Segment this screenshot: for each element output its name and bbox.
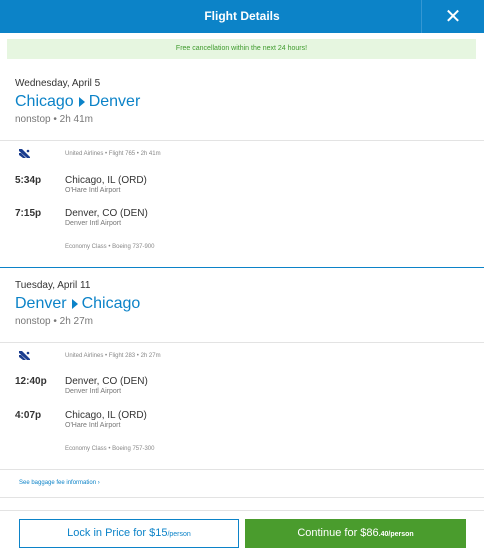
- free-cancellation-banner: Free cancellation within the next 24 hou…: [7, 39, 476, 59]
- carrier-info: United Airlines • Flight 283 • 2h 27m: [65, 352, 161, 359]
- route-destination: Denver: [88, 93, 141, 110]
- leg-date: Tuesday, April 11: [15, 280, 91, 291]
- arrival-airport: O'Hare Intl Airport: [65, 422, 121, 429]
- route-destination: Chicago: [81, 295, 141, 312]
- dialog-header: Flight Details ✕: [0, 0, 484, 33]
- divider: [0, 140, 484, 141]
- leg-header-outbound: Wednesday, April 5 Chicago Denver nonsto…: [15, 78, 140, 125]
- route-origin: Denver: [15, 295, 67, 312]
- departure-airport: Denver Intl Airport: [65, 388, 122, 395]
- continue-price-cents: .40/person: [378, 531, 414, 538]
- departure-time: 5:34p: [15, 175, 42, 186]
- leg-header-return: Tuesday, April 11 Denver Chicago nonstop…: [15, 280, 140, 327]
- arrival-airport: Denver Intl Airport: [65, 220, 122, 227]
- departure-city: Denver, CO (DEN): [65, 376, 148, 387]
- leg-route: Denver Chicago: [15, 295, 140, 313]
- close-button[interactable]: ✕: [421, 0, 484, 33]
- departure-city: Chicago, IL (ORD): [65, 175, 147, 186]
- divider: [0, 469, 484, 470]
- lock-price-button[interactable]: Lock in Price for $15/person: [19, 519, 239, 548]
- continue-button[interactable]: Continue for $86.40/person: [245, 519, 466, 548]
- triangle-right-icon: [71, 299, 78, 309]
- arrival-city: Chicago, IL (ORD): [65, 410, 147, 421]
- carrier-row: United Airlines • Flight 765 • 2h 41m: [18, 148, 161, 159]
- arrival-city: Denver, CO (DEN): [65, 208, 148, 219]
- arrival-time: 7:15p: [15, 208, 42, 219]
- united-airlines-logo-icon: [18, 350, 31, 361]
- cabin-info: Economy Class • Boeing 757-300: [65, 446, 155, 452]
- dialog-title: Flight Details: [204, 9, 280, 23]
- departure-airport: O'Hare Intl Airport: [65, 187, 121, 194]
- leg-separator: [0, 267, 484, 268]
- lock-price-unit: /person: [167, 531, 191, 538]
- divider: [0, 497, 484, 498]
- united-airlines-logo-icon: [18, 148, 31, 159]
- footer-divider: [0, 510, 484, 511]
- leg-route: Chicago Denver: [15, 93, 140, 111]
- continue-label: Continue for $86: [297, 527, 379, 539]
- triangle-right-icon: [78, 97, 85, 107]
- carrier-info: United Airlines • Flight 765 • 2h 41m: [65, 150, 161, 157]
- leg-date: Wednesday, April 5: [15, 78, 101, 89]
- baggage-fee-link[interactable]: See baggage fee information ›: [19, 480, 100, 486]
- leg-summary: nonstop • 2h 41m: [15, 114, 93, 125]
- close-icon: ✕: [444, 6, 462, 28]
- departure-time: 12:40p: [15, 376, 47, 387]
- cabin-info: Economy Class • Boeing 737-900: [65, 244, 155, 250]
- arrival-time: 4:07p: [15, 410, 42, 421]
- route-origin: Chicago: [15, 93, 74, 110]
- carrier-row: United Airlines • Flight 283 • 2h 27m: [18, 350, 161, 361]
- leg-summary: nonstop • 2h 27m: [15, 316, 93, 327]
- lock-price-label: Lock in Price for $15: [67, 527, 168, 539]
- divider: [0, 342, 484, 343]
